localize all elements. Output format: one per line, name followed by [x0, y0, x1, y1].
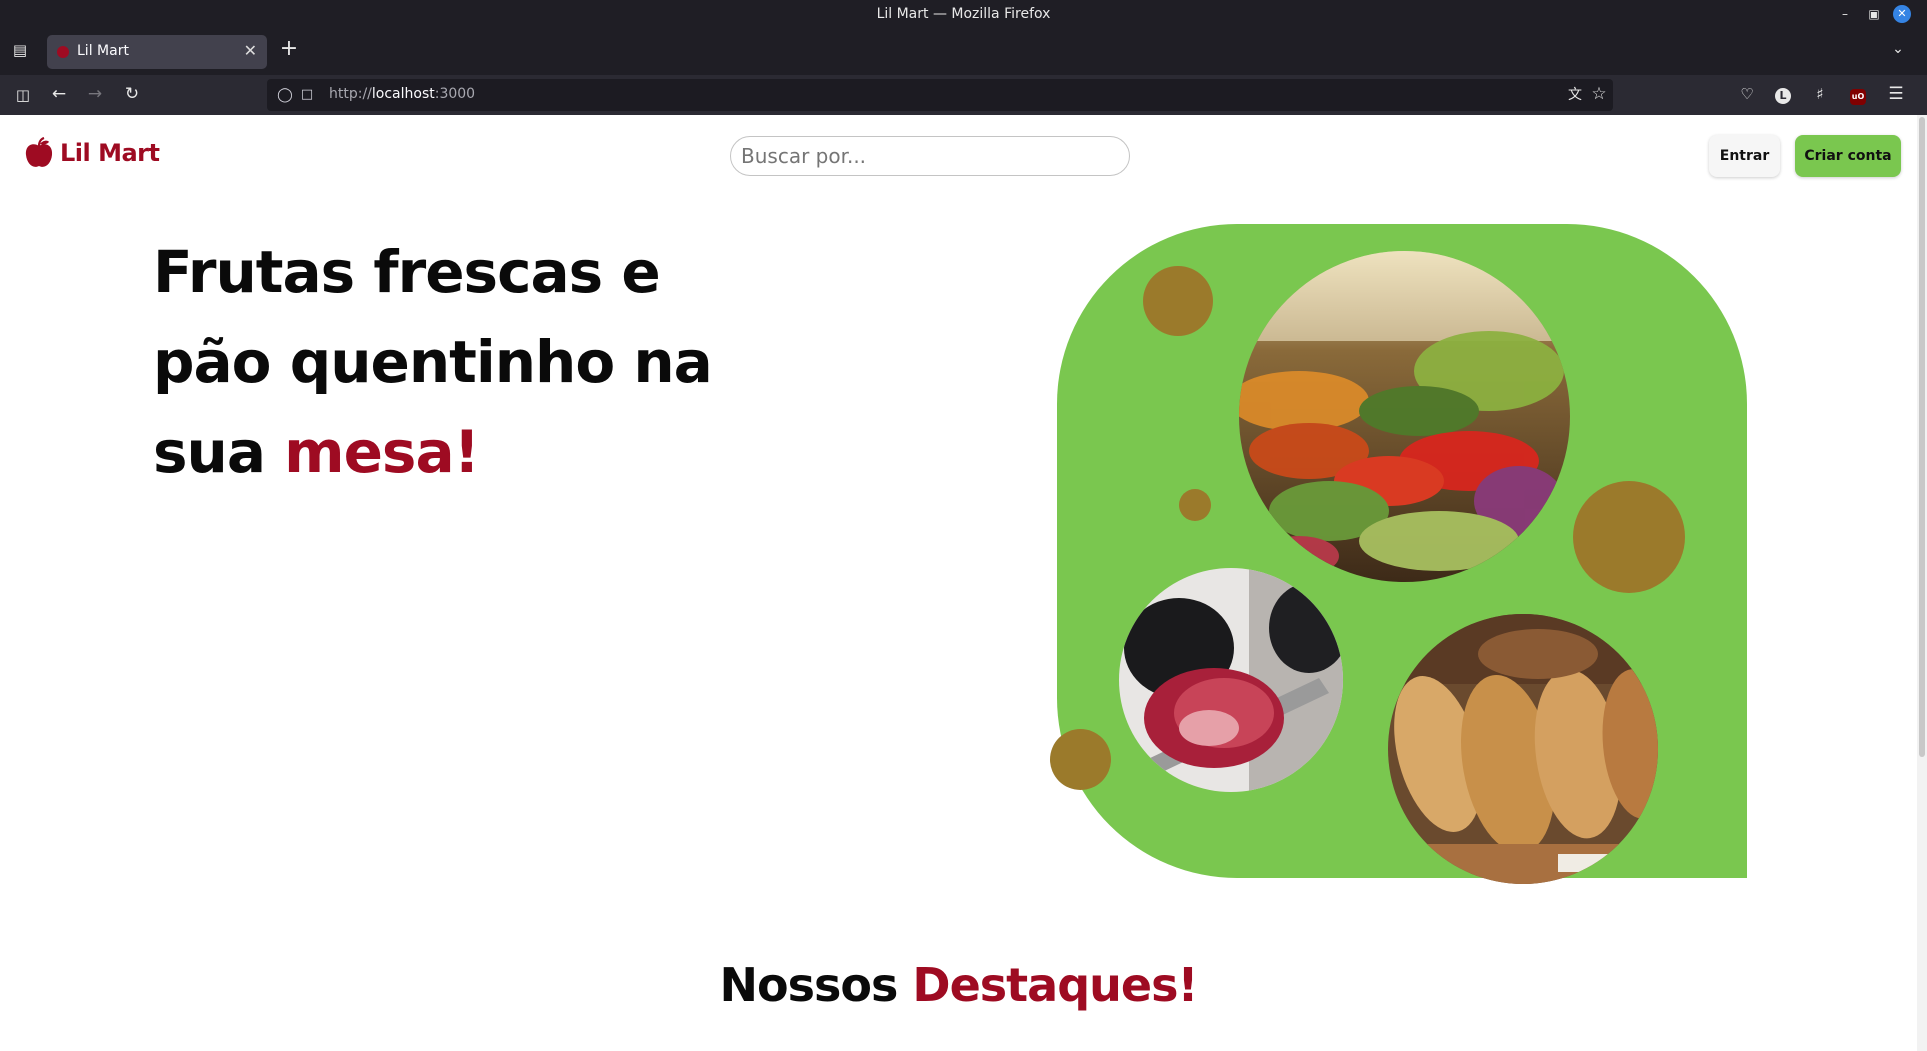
window-title: Lil Mart — Mozilla Firefox: [876, 6, 1051, 22]
back-arrow-icon[interactable]: ←: [47, 83, 71, 107]
bread-loaves-photo: [1388, 614, 1658, 884]
search-input[interactable]: [730, 136, 1130, 176]
url-port: :3000: [434, 86, 476, 102]
tab-label: Lil Mart: [77, 43, 129, 59]
reload-icon[interactable]: ↻: [120, 83, 144, 107]
bookmark-star-icon[interactable]: ☆: [1587, 83, 1611, 107]
sidebar-icon[interactable]: ◫: [11, 84, 35, 108]
account-icon[interactable]: L: [1771, 83, 1795, 107]
nav-toolbar: ◫ ← → ↻ ◯ □ http://localhost:3000 文 ☆ ♡ …: [0, 75, 1927, 115]
minimize-icon[interactable]: –: [1837, 6, 1853, 22]
login-button[interactable]: Entrar: [1709, 135, 1780, 177]
pocket-icon[interactable]: ♡: [1735, 83, 1759, 107]
featured-title-accent: Destaques!: [912, 958, 1198, 1012]
featured-title-text: Nossos: [719, 958, 913, 1012]
decor-circle: [1179, 489, 1211, 521]
tab-lil-mart[interactable]: Lil Mart ✕: [47, 35, 267, 69]
tab-overview-icon[interactable]: ▤: [8, 40, 32, 64]
forward-arrow-icon[interactable]: →: [83, 83, 107, 107]
hero-title-accent: mesa!: [284, 418, 480, 486]
close-window-icon[interactable]: ✕: [1893, 5, 1911, 23]
shield-icon[interactable]: ◯: [273, 84, 297, 108]
decor-circle: [1050, 729, 1111, 790]
scrollbar-thumb[interactable]: [1919, 117, 1925, 757]
hero-title: Frutas frescas e pão quentinho na sua me…: [153, 227, 743, 497]
apple-icon: [24, 136, 54, 169]
tab-list-chevron-down-icon[interactable]: ⌄: [1886, 39, 1910, 63]
hero-title-line-3: sua: [153, 418, 285, 486]
url-prefix: http://: [329, 86, 372, 102]
page-info-icon[interactable]: □: [295, 84, 319, 108]
signup-button[interactable]: Criar conta: [1795, 135, 1901, 177]
close-tab-icon[interactable]: ✕: [244, 41, 257, 60]
menu-hamburger-icon[interactable]: ☰: [1884, 83, 1908, 107]
url-text[interactable]: http://localhost:3000: [329, 86, 475, 102]
meat-cutting-photo: [1119, 568, 1343, 792]
produce-market-photo: [1239, 251, 1570, 582]
maximize-icon[interactable]: ▣: [1866, 6, 1882, 22]
new-tab-icon[interactable]: +: [277, 38, 301, 63]
brand-name: Lil Mart: [60, 139, 160, 167]
url-host: localhost: [371, 86, 435, 102]
translate-icon[interactable]: 文: [1563, 84, 1587, 108]
address-bar[interactable]: ◯ □ http://localhost:3000 文 ☆: [267, 79, 1613, 111]
page-scrollbar[interactable]: [1917, 115, 1927, 1051]
extensions-icon[interactable]: ♯: [1808, 83, 1832, 107]
ublock-icon[interactable]: uO: [1846, 83, 1870, 107]
brand-logo[interactable]: Lil Mart: [24, 135, 160, 171]
favicon-icon: [57, 46, 69, 58]
decor-circle: [1573, 481, 1685, 593]
web-page: Lil Mart Entrar Criar conta Frutas fresc…: [0, 115, 1917, 1051]
hero-title-line-2: pão quentinho na: [153, 328, 713, 396]
featured-section-title: Nossos Destaques!: [0, 958, 1917, 1012]
hero-title-line-1: Frutas frescas e: [153, 238, 661, 306]
tab-bar: ▤ Lil Mart ✕ + ⌄: [0, 29, 1927, 75]
window-titlebar: Lil Mart — Mozilla Firefox – ▣ ✕: [0, 0, 1927, 29]
decor-circle: [1143, 266, 1213, 336]
